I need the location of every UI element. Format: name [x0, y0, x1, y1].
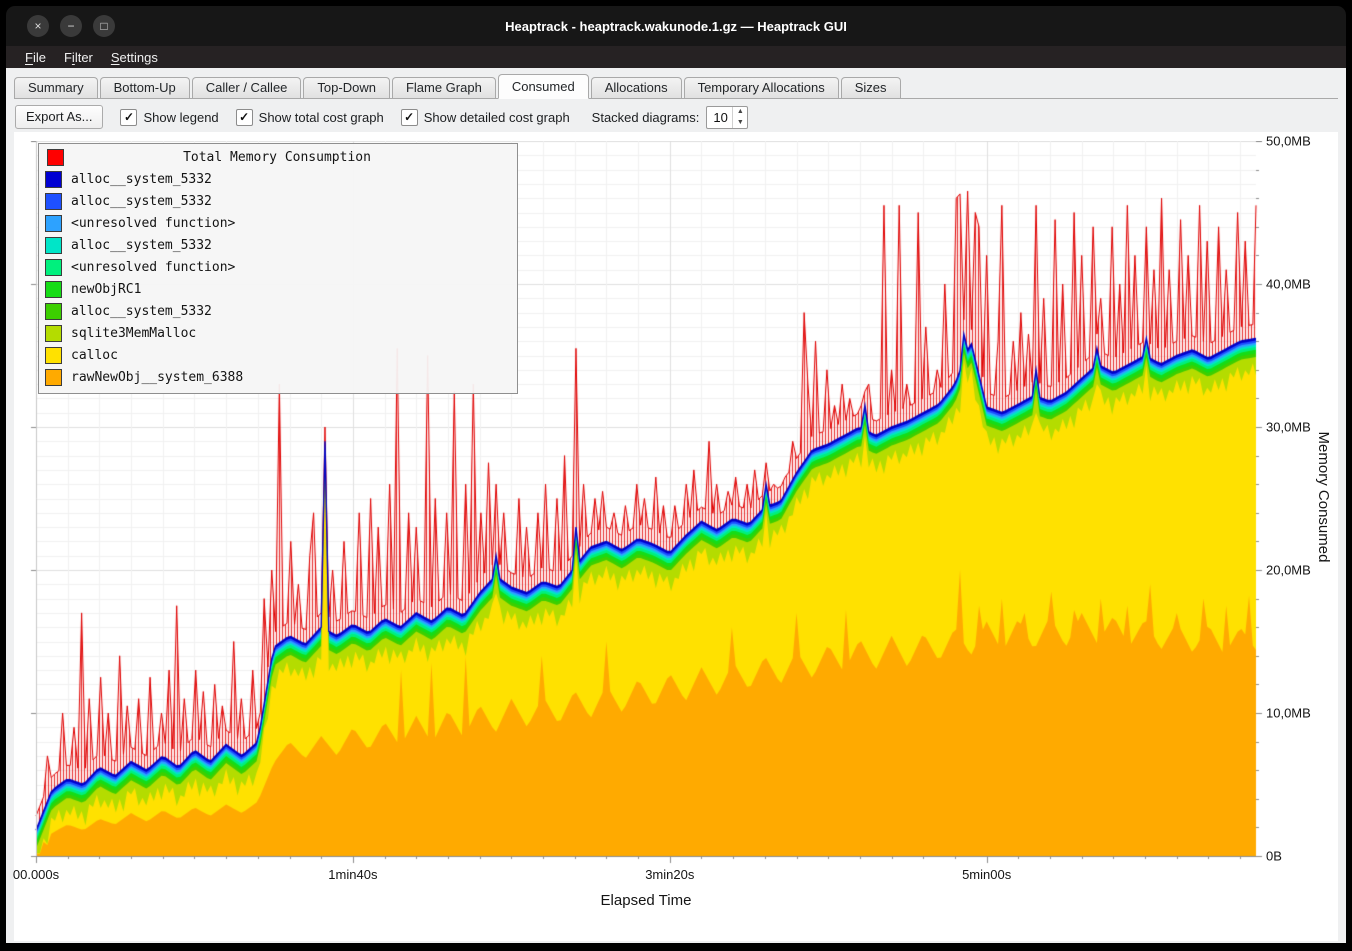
- stacked-diagrams-value[interactable]: 10: [707, 110, 732, 125]
- x-tick-label: 5min00s: [962, 867, 1011, 882]
- show-total-cost-label: Show total cost graph: [259, 110, 384, 125]
- menu-filter[interactable]: Filter: [55, 48, 102, 67]
- legend-item: alloc__system_5332: [43, 190, 511, 212]
- legend-item: alloc__system_5332: [43, 300, 511, 322]
- legend-header: Total Memory Consumption: [43, 147, 511, 168]
- legend-item-label: rawNewObj__system_6388: [71, 370, 243, 385]
- legend-item-label: sqlite3MemMalloc: [71, 326, 196, 341]
- show-detailed-cost-label: Show detailed cost graph: [424, 110, 570, 125]
- y-tick-label: 10,0MB: [1266, 706, 1311, 721]
- legend-swatch: [45, 303, 62, 320]
- heaptrack-window: × − □ Heaptrack - heaptrack.wakunode.1.g…: [0, 0, 1352, 951]
- legend-swatch: [45, 347, 62, 364]
- x-tick-label: 3min20s: [645, 867, 694, 882]
- chart-legend: Total Memory Consumption alloc__system_5…: [38, 143, 518, 394]
- legend-swatch: [45, 171, 62, 188]
- show-legend-label: Show legend: [143, 110, 218, 125]
- x-axis-title: Elapsed Time: [36, 892, 1256, 909]
- chart-toolbar: Export As... ✓ Show legend ✓ Show total …: [15, 104, 1338, 130]
- legend-item-label: alloc__system_5332: [71, 194, 212, 209]
- stepper-up-icon[interactable]: ▲: [733, 107, 747, 118]
- checkbox-check-icon[interactable]: ✓: [401, 109, 418, 126]
- show-legend-checkbox[interactable]: ✓ Show legend: [120, 109, 218, 126]
- legend-item: <unresolved function>: [43, 212, 511, 234]
- menu-file[interactable]: File: [16, 48, 55, 67]
- legend-item: newObjRC1: [43, 278, 511, 300]
- legend-item: sqlite3MemMalloc: [43, 322, 511, 344]
- legend-swatch: [45, 193, 62, 210]
- legend-item-label: calloc: [71, 348, 118, 363]
- tab-summary[interactable]: Summary: [14, 77, 98, 98]
- stacked-diagrams-label: Stacked diagrams:: [592, 110, 700, 125]
- legend-title: Total Memory Consumption: [43, 150, 511, 165]
- y-tick-label: 40,0MB: [1266, 277, 1311, 292]
- checkbox-check-icon[interactable]: ✓: [236, 109, 253, 126]
- tab-consumed[interactable]: Consumed: [498, 74, 589, 99]
- tab-flame-graph[interactable]: Flame Graph: [392, 77, 496, 98]
- legend-item-label: <unresolved function>: [71, 260, 235, 275]
- window-title: Heaptrack - heaptrack.wakunode.1.gz — He…: [126, 6, 1226, 46]
- legend-item-label: <unresolved function>: [71, 216, 235, 231]
- legend-item: alloc__system_5332: [43, 234, 511, 256]
- tab-bottom-up[interactable]: Bottom-Up: [100, 77, 190, 98]
- export-as-button[interactable]: Export As...: [15, 105, 103, 129]
- legend-item-label: alloc__system_5332: [71, 304, 212, 319]
- tab-top-down[interactable]: Top-Down: [303, 77, 390, 98]
- tab-allocations[interactable]: Allocations: [591, 77, 682, 98]
- show-total-cost-checkbox[interactable]: ✓ Show total cost graph: [236, 109, 384, 126]
- y-tick-label: 20,0MB: [1266, 563, 1311, 578]
- legend-swatch: [45, 259, 62, 276]
- legend-swatch: [45, 369, 62, 386]
- menu-settings[interactable]: Settings: [102, 48, 167, 67]
- stepper-down-icon[interactable]: ▼: [733, 117, 747, 128]
- main-content: Summary Bottom-Up Caller / Callee Top-Do…: [6, 68, 1346, 943]
- tab-caller-callee[interactable]: Caller / Callee: [192, 77, 302, 98]
- legend-item-label: alloc__system_5332: [71, 238, 212, 253]
- y-tick-label: 0B: [1266, 849, 1282, 864]
- legend-swatch-total: [47, 149, 64, 166]
- stepper-buttons: ▲ ▼: [732, 107, 747, 128]
- titlebar: × − □ Heaptrack - heaptrack.wakunode.1.g…: [6, 6, 1346, 46]
- legend-item-label: alloc__system_5332: [71, 172, 212, 187]
- legend-item: alloc__system_5332: [43, 168, 511, 190]
- legend-item: calloc: [43, 344, 511, 366]
- window-controls: × − □: [16, 6, 115, 46]
- menubar: File Filter Settings: [6, 46, 1346, 68]
- legend-item: rawNewObj__system_6388: [43, 366, 511, 388]
- legend-swatch: [45, 281, 62, 298]
- legend-item: <unresolved function>: [43, 256, 511, 278]
- chart-area: Total Memory Consumption alloc__system_5…: [14, 132, 1338, 941]
- y-axis-title: Memory Consumed: [1315, 432, 1332, 563]
- tab-temporary-allocations[interactable]: Temporary Allocations: [684, 77, 839, 98]
- stacked-diagrams-stepper[interactable]: 10 ▲ ▼: [706, 106, 748, 129]
- close-icon[interactable]: ×: [27, 15, 49, 37]
- x-tick-label: 00.000s: [13, 867, 59, 882]
- tab-bar: Summary Bottom-Up Caller / Callee Top-Do…: [14, 71, 1338, 99]
- maximize-icon[interactable]: □: [93, 15, 115, 37]
- y-tick-label: 50,0MB: [1266, 134, 1311, 149]
- legend-swatch: [45, 325, 62, 342]
- minimize-icon[interactable]: −: [60, 15, 82, 37]
- tab-sizes[interactable]: Sizes: [841, 77, 901, 98]
- show-detailed-cost-checkbox[interactable]: ✓ Show detailed cost graph: [401, 109, 570, 126]
- x-tick-label: 1min40s: [328, 867, 377, 882]
- checkbox-check-icon[interactable]: ✓: [120, 109, 137, 126]
- y-tick-label: 30,0MB: [1266, 420, 1311, 435]
- legend-swatch: [45, 237, 62, 254]
- legend-swatch: [45, 215, 62, 232]
- legend-item-label: newObjRC1: [71, 282, 141, 297]
